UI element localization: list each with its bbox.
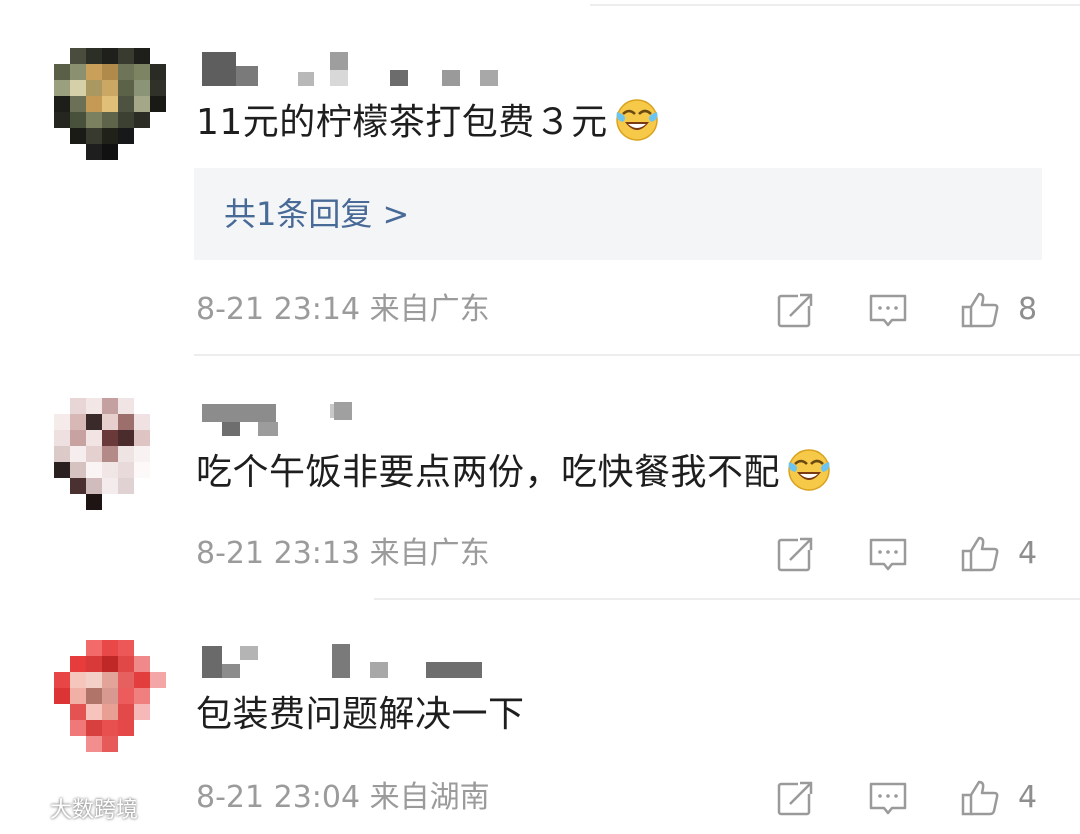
- username-redacted[interactable]: [202, 400, 502, 436]
- thumbs-up-icon[interactable]: [960, 534, 1000, 574]
- comment-text: 包装费问题解决一下: [196, 688, 525, 742]
- comment-actions: 4: [0, 532, 1080, 576]
- watermark-text: 大数跨境: [50, 798, 139, 823]
- like-count: 4: [1018, 780, 1038, 815]
- comment-icon[interactable]: [868, 534, 908, 574]
- comment-actions: 4: [0, 776, 1080, 820]
- share-icon[interactable]: [776, 290, 816, 330]
- divider: [590, 4, 1080, 6]
- like-count: 8: [1018, 292, 1038, 327]
- share-icon[interactable]: [776, 534, 816, 574]
- comment-icon[interactable]: [868, 778, 908, 818]
- share-icon[interactable]: [776, 778, 816, 818]
- comment-text: 吃个午饭非要点两份，吃快餐我不配: [196, 446, 832, 500]
- comment-feed: 11元的柠檬茶打包费３元 共1条回复 > 8-21 23:14 来自广东 8 吃…: [0, 0, 1080, 834]
- watermark: 大数跨境: [6, 796, 138, 826]
- divider: [194, 354, 1080, 356]
- comment-text-content: 包装费问题解决一下: [196, 694, 525, 735]
- username-redacted[interactable]: [202, 50, 502, 86]
- comment-text: 11元的柠檬茶打包费３元: [196, 96, 660, 150]
- comment-actions: 8: [0, 288, 1080, 332]
- watermark-logo-icon: [7, 802, 45, 816]
- comment-text-content: 11元的柠檬茶打包费３元: [196, 102, 608, 143]
- laughing-crying-emoji-icon: [616, 99, 658, 141]
- username-redacted[interactable]: [202, 642, 502, 678]
- reply-summary-box[interactable]: 共1条回复 >: [194, 168, 1042, 260]
- avatar[interactable]: [54, 640, 166, 752]
- laughing-crying-emoji-icon: [788, 449, 830, 491]
- comment-text-content: 吃个午饭非要点两份，吃快餐我不配: [196, 452, 781, 493]
- like-count: 4: [1018, 536, 1038, 571]
- avatar[interactable]: [54, 398, 166, 510]
- divider: [374, 598, 1080, 600]
- avatar[interactable]: [54, 48, 166, 160]
- thumbs-up-icon[interactable]: [960, 290, 1000, 330]
- thumbs-up-icon[interactable]: [960, 778, 1000, 818]
- view-replies-link[interactable]: 共1条回复 >: [224, 190, 409, 238]
- comment-icon[interactable]: [868, 290, 908, 330]
